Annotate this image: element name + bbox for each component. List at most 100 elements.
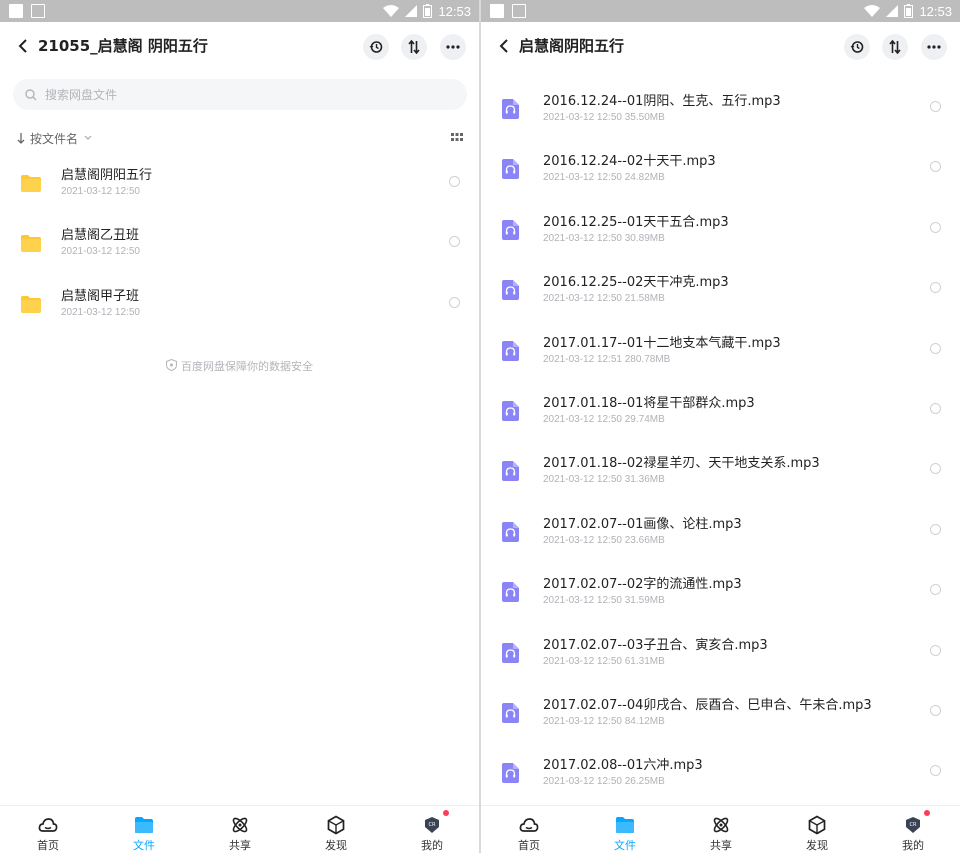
tab-label: 共享 <box>229 839 251 852</box>
select-radio[interactable] <box>449 236 460 247</box>
battery-icon <box>904 4 914 18</box>
bottom-tab-bar: 首页 文件 共享 发现 CR 我的 <box>481 805 960 853</box>
tab-home[interactable]: 首页 <box>18 806 78 853</box>
file-row[interactable]: 2017.02.07--04卯戌合、辰酉合、巳申合、午未合.mp3 2021-03… <box>481 692 960 752</box>
audio-file-icon <box>502 522 519 542</box>
signal-icon <box>886 5 899 17</box>
wifi-icon <box>383 5 400 17</box>
search-input[interactable]: 搜索网盘文件 <box>13 79 467 110</box>
folder-row[interactable]: 启慧阁阴阳五行 2021-03-12 12:50 <box>0 162 479 222</box>
header: 21055_启慧阁 阴阳五行 <box>0 22 479 70</box>
file-row[interactable]: 2016.12.25--01天干五合.mp3 2021-03-12 12:50 3… <box>481 209 960 269</box>
search-icon <box>25 88 37 100</box>
folder-icon <box>21 175 41 192</box>
select-radio[interactable] <box>930 161 941 172</box>
file-row[interactable]: 2017.02.07--02字的流通性.mp3 2021-03-12 12:50 … <box>481 571 960 631</box>
select-radio[interactable] <box>930 403 941 414</box>
tab-share[interactable]: 共享 <box>210 806 270 853</box>
select-radio[interactable] <box>930 645 941 656</box>
back-button[interactable] <box>495 36 513 56</box>
folder-row[interactable]: 启慧阁甲子班 2021-03-12 12:50 <box>0 283 479 343</box>
transfer-button[interactable] <box>882 34 908 60</box>
folder-row[interactable]: 启慧阁乙丑班 2021-03-12 12:50 <box>0 222 479 282</box>
notification-icon <box>490 4 504 18</box>
folder-icon <box>21 296 41 313</box>
more-button[interactable] <box>921 34 947 60</box>
file-name: 2017.01.18--02禄星羊刃、天干地支关系.mp3 <box>543 456 820 471</box>
tab-label: 首页 <box>37 839 59 852</box>
file-name: 2017.02.07--04卯戌合、辰酉合、巳申合、午未合.mp3 <box>543 698 872 713</box>
folder-icon <box>21 235 41 252</box>
tab-label: 首页 <box>518 839 540 852</box>
folder-name: 启慧阁阴阳五行 <box>61 168 153 183</box>
status-bar: 12:53 <box>481 0 960 22</box>
header: 启慧阁阴阳五行 <box>481 22 960 70</box>
tab-files[interactable]: 文件 <box>595 806 655 853</box>
folder-list-screen: 12:53 21055_启慧阁 阴阳五行 搜索网盘文件 按文件名 启慧阁阴阳五行… <box>0 0 479 853</box>
audio-file-icon <box>502 763 519 783</box>
select-radio[interactable] <box>449 297 460 308</box>
select-radio[interactable] <box>449 176 460 187</box>
history-button[interactable] <box>363 34 389 60</box>
tab-label: 文件 <box>614 839 636 852</box>
file-row[interactable]: 2017.02.07--03子丑合、寅亥合.mp3 2021-03-12 12:5… <box>481 632 960 692</box>
select-radio[interactable] <box>930 101 941 112</box>
file-row[interactable]: 2017.01.17--01十二地支本气藏干.mp3 2021-03-12 12:… <box>481 330 960 390</box>
gallery-icon <box>31 4 45 18</box>
tab-profile[interactable]: CR 我的 <box>883 806 943 853</box>
transfer-icon <box>889 40 901 54</box>
page-title: 启慧阁阴阳五行 <box>519 37 625 55</box>
clock: 12:53 <box>919 3 952 19</box>
tab-share[interactable]: 共享 <box>691 806 751 853</box>
file-list-screen: 12:53 启慧阁阴阳五行 2016.12.24--01阴阳、生克、五行.mp3… <box>481 0 960 853</box>
folder-date: 2021-03-12 12:50 <box>61 186 140 197</box>
tab-label: 我的 <box>421 839 443 852</box>
transfer-icon <box>408 40 420 54</box>
file-meta: 2021-03-12 12:50 61.31MB <box>543 656 665 667</box>
tab-discover[interactable]: 发现 <box>306 806 366 853</box>
file-name: 2016.12.24--02十天干.mp3 <box>543 154 716 169</box>
select-radio[interactable] <box>930 584 941 595</box>
select-radio[interactable] <box>930 463 941 474</box>
chevron-down-icon <box>84 135 92 140</box>
tab-discover[interactable]: 发现 <box>787 806 847 853</box>
tab-files[interactable]: 文件 <box>114 806 174 853</box>
file-row[interactable]: 2016.12.24--01阴阳、生克、五行.mp3 2021-03-12 12:… <box>481 88 960 148</box>
select-radio[interactable] <box>930 343 941 354</box>
history-icon <box>369 41 383 53</box>
audio-file-icon <box>502 461 519 481</box>
select-radio[interactable] <box>930 765 941 776</box>
tab-home[interactable]: 首页 <box>499 806 559 853</box>
file-meta: 2021-03-12 12:50 29.74MB <box>543 414 665 425</box>
more-button[interactable] <box>440 34 466 60</box>
tab-profile[interactable]: CR 我的 <box>402 806 462 853</box>
file-row[interactable]: 2017.01.18--02禄星羊刃、天干地支关系.mp3 2021-03-12 … <box>481 450 960 510</box>
discover-icon <box>808 815 826 835</box>
folder-icon <box>135 817 153 833</box>
safety-note: 百度网盘保障你的数据安全 <box>0 358 479 374</box>
share-icon <box>232 817 248 833</box>
back-button[interactable] <box>14 36 32 56</box>
select-radio[interactable] <box>930 222 941 233</box>
file-row[interactable]: 2017.02.07--01画像、论柱.mp3 2021-03-12 12:50 … <box>481 511 960 571</box>
page-title: 21055_启慧阁 阴阳五行 <box>38 37 208 55</box>
file-meta: 2021-03-12 12:50 35.50MB <box>543 112 665 123</box>
chevron-left-icon <box>18 39 27 53</box>
wifi-icon <box>864 5 881 17</box>
file-row[interactable]: 2017.02.08--01六冲.mp3 2021-03-12 12:50 26.… <box>481 752 960 812</box>
select-radio[interactable] <box>930 524 941 535</box>
file-meta: 2021-03-12 12:50 31.36MB <box>543 474 665 485</box>
transfer-button[interactable] <box>401 34 427 60</box>
select-radio[interactable] <box>930 282 941 293</box>
file-row[interactable]: 2016.12.24--02十天干.mp3 2021-03-12 12:50 24… <box>481 148 960 208</box>
svg-text:CR: CR <box>910 822 917 828</box>
grid-view-icon[interactable] <box>451 133 463 143</box>
folder-name: 启慧阁乙丑班 <box>61 228 140 243</box>
select-radio[interactable] <box>930 705 941 716</box>
file-name: 2017.01.17--01十二地支本气藏干.mp3 <box>543 336 781 351</box>
file-row[interactable]: 2017.01.18--01将星干部群众.mp3 2021-03-12 12:50… <box>481 390 960 450</box>
sort-button[interactable]: 按文件名 <box>30 130 78 147</box>
history-button[interactable] <box>844 34 870 60</box>
search-placeholder: 搜索网盘文件 <box>45 88 118 102</box>
file-row[interactable]: 2016.12.25--02天干冲克.mp3 2021-03-12 12:50 2… <box>481 269 960 329</box>
